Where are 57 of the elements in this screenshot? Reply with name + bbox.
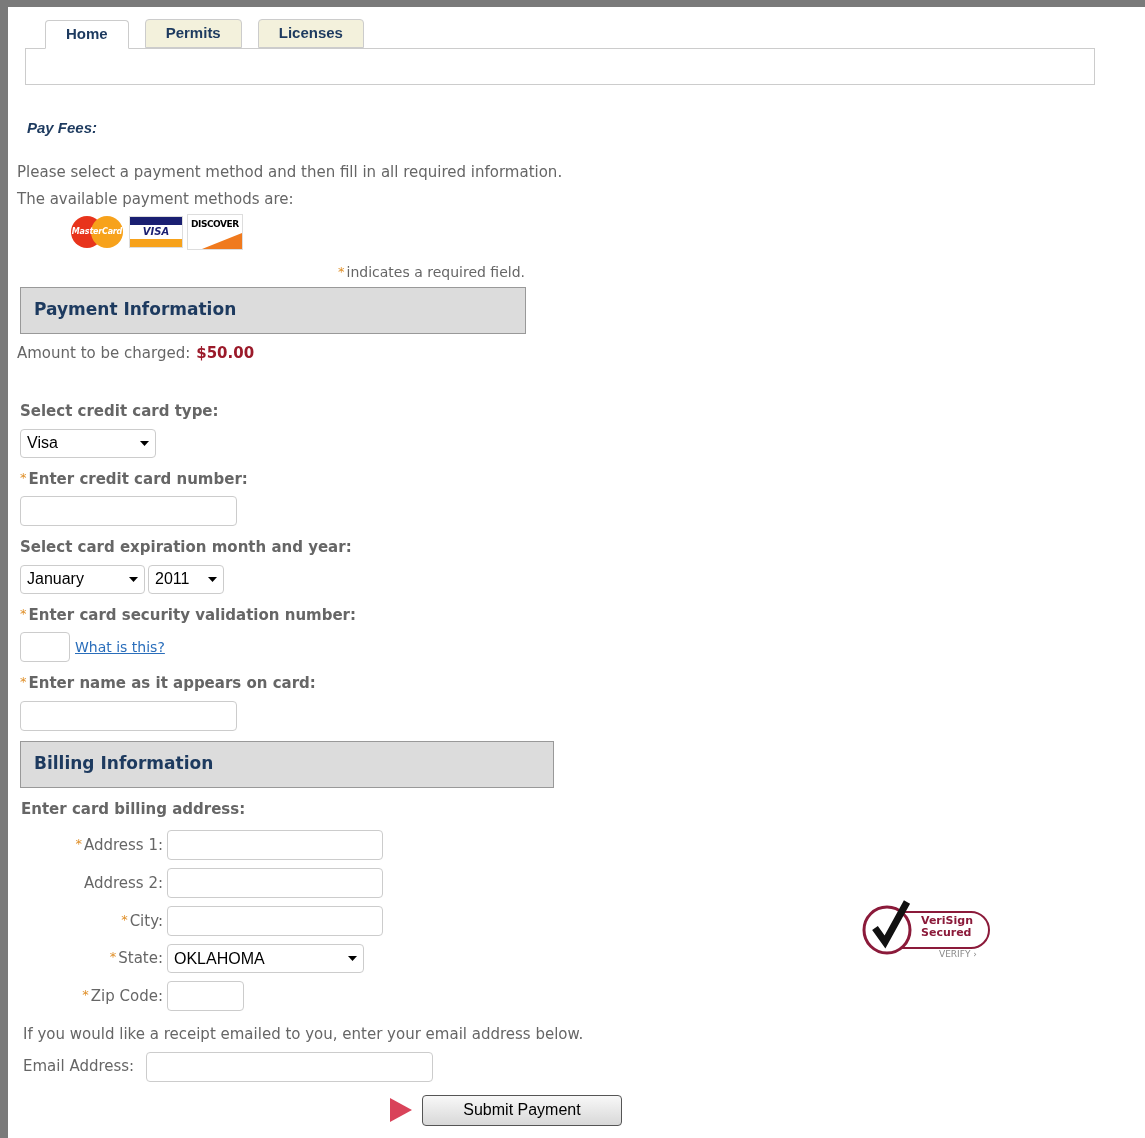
field-label: Select card expiration month and year: [20, 537, 352, 558]
section-header: Billing Information [20, 740, 554, 788]
field-label: Address 1: [83, 834, 163, 856]
caret-icon [140, 440, 149, 446]
required-asterisk: * [75, 834, 82, 853]
field-label: Select credit card type: [20, 401, 219, 422]
card-logo: VISA [129, 215, 183, 248]
tab[interactable]: Licenses [257, 19, 364, 48]
intro-text: The available payment methods are: [17, 188, 294, 210]
page-heading: Pay Fees: [27, 118, 98, 138]
required-asterisk: * [82, 985, 89, 1004]
caret-icon [129, 576, 138, 582]
text-input[interactable] [167, 868, 383, 898]
dropdown[interactable]: Visa [20, 428, 156, 458]
arrow-icon [390, 1098, 412, 1122]
verify-link[interactable]: VERIFY › [939, 947, 977, 961]
text-input[interactable] [20, 700, 237, 731]
dropdown[interactable]: OKLAHOMA [167, 944, 364, 973]
required-asterisk: * [20, 604, 27, 623]
field-label: City: [129, 910, 163, 932]
required-asterisk: * [338, 262, 345, 281]
tab[interactable]: Home [45, 20, 129, 49]
caret-icon [348, 956, 357, 961]
field-label: Address 2: [83, 872, 163, 894]
seal-text: VeriSign [921, 914, 973, 927]
text-input[interactable] [167, 906, 383, 936]
field-label: Enter card security validation number: [28, 604, 356, 626]
text-input[interactable] [167, 981, 244, 1011]
intro-text: Please select a payment method and then fill in all required information. [17, 161, 563, 183]
card-logo: MasterCard [69, 214, 125, 249]
required-asterisk: * [109, 948, 117, 967]
field-label: Zip Code: [90, 985, 163, 1007]
text-input[interactable] [167, 830, 383, 860]
email-note: If you would like a receipt emailed to you, enter your email address below. [23, 1024, 584, 1045]
dropdown[interactable]: 2011 [148, 564, 224, 594]
help-link[interactable]: What is this? [75, 636, 165, 658]
section-header: Payment Information [20, 286, 526, 334]
text-input[interactable] [20, 632, 70, 662]
field-label: State: [118, 948, 163, 970]
field-label: Email Address: [23, 1056, 135, 1078]
dropdown[interactable]: January [20, 564, 145, 594]
required-asterisk: * [121, 910, 128, 929]
field-label: Enter name as it appears on card: [28, 673, 316, 694]
tab[interactable]: Permits [144, 19, 242, 48]
section-subtitle: Enter card billing address: [21, 798, 246, 820]
text-input[interactable] [20, 496, 237, 526]
card-logo: DISCOVER [187, 213, 243, 250]
required-asterisk: * [20, 468, 27, 487]
email-input[interactable] [146, 1051, 434, 1082]
submit-button[interactable]: Submit Payment [422, 1094, 622, 1126]
field-label: Enter credit card number: [28, 468, 248, 490]
required-asterisk: * [20, 673, 27, 691]
caret-icon [208, 576, 217, 582]
required-note: indicates a required field. [346, 262, 525, 282]
amount-value: $50.00 [196, 342, 255, 364]
seal-text: Secured [921, 926, 972, 939]
amount-label: Amount to be charged: [17, 342, 191, 364]
